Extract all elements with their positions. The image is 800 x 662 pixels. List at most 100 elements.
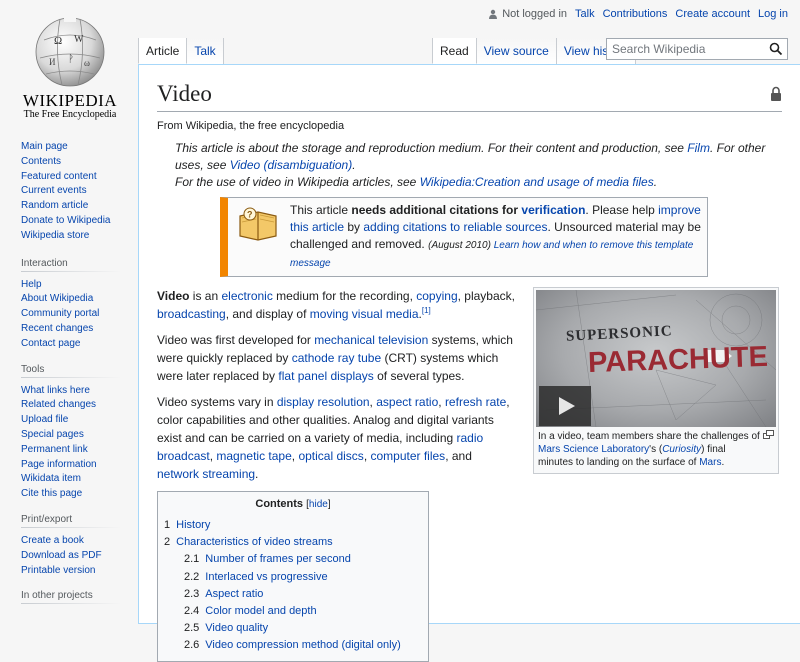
sidebar: Main page Contents Featured content Curr…	[0, 140, 138, 616]
tab-view-source[interactable]: View source	[476, 38, 557, 64]
sidebar-item-related-changes[interactable]: Related changes	[21, 399, 96, 410]
thumbnail-caption: In a video, team members share the chall…	[536, 427, 776, 471]
mars-link[interactable]: Mars	[699, 457, 721, 468]
sidebar-item-create-book[interactable]: Create a book	[21, 535, 84, 546]
sidebar-item-current-events[interactable]: Current events	[21, 185, 87, 196]
lock-icon[interactable]	[770, 86, 782, 101]
svg-text:ω: ω	[84, 58, 90, 68]
sidebar-item-recent-changes[interactable]: Recent changes	[21, 323, 93, 334]
refresh-rate-link[interactable]: refresh rate	[445, 395, 506, 409]
sidebar-item-help[interactable]: Help	[21, 279, 42, 290]
puzzle-globe-icon: Ω W И ᚹ ω	[35, 16, 105, 87]
paragraph-3: Video systems vary in display resolution…	[157, 395, 510, 481]
toc-item[interactable]: 2.6 Video compression method (digital onl…	[164, 637, 422, 654]
tab-article[interactable]: Article	[138, 38, 188, 64]
page-title: Video	[157, 80, 782, 112]
copying-link[interactable]: copying	[416, 289, 457, 303]
aspect-ratio-link[interactable]: aspect ratio	[376, 395, 438, 409]
namespace-tabs: Article Talk	[138, 38, 224, 64]
svg-text:Ω: Ω	[54, 35, 62, 47]
wikipedia-logo[interactable]: Ω W И ᚹ ω WIKIPEDIA The Free Encyclopedi…	[20, 10, 120, 121]
paragraph-2: Video was first developed for mechanical…	[157, 333, 513, 383]
svg-text:W: W	[74, 34, 84, 45]
cathode-ray-tube-link[interactable]: cathode ray tube	[292, 351, 381, 365]
tagline: The Free Encyclopedia	[23, 109, 117, 120]
disambiguation-link[interactable]: Video (disambiguation)	[230, 158, 353, 172]
notice-date: (August 2010)	[428, 240, 491, 251]
media-files-link[interactable]: Wikipedia:Creation and usage of media fi…	[420, 175, 654, 189]
sidebar-item-what-links-here[interactable]: What links here	[21, 385, 90, 396]
tools-heading: Tools	[21, 364, 138, 378]
sidebar-item-donate[interactable]: Donate to Wikipedia	[21, 215, 111, 226]
hatnote: This article is about the storage and re…	[157, 140, 782, 191]
curiosity-link[interactable]: Curiosity	[662, 444, 701, 455]
svg-text:?: ?	[247, 210, 253, 220]
toc-item[interactable]: 1 History	[164, 517, 422, 534]
flat-panel-displays-link[interactable]: flat panel displays	[278, 369, 373, 383]
article-body: SUPERSONIC PARACHUTE In a video, team me…	[157, 287, 782, 662]
sidebar-item-printable-version[interactable]: Printable version	[21, 565, 95, 576]
sidebar-item-contents[interactable]: Contents	[21, 156, 61, 167]
network-streaming-link[interactable]: network streaming	[157, 467, 255, 481]
mechanical-television-link[interactable]: mechanical television	[314, 333, 428, 347]
log-in-link[interactable]: Log in	[758, 8, 788, 20]
enlarge-icon[interactable]	[763, 430, 774, 439]
search-input[interactable]	[607, 39, 757, 59]
sidebar-item-contact-page[interactable]: Contact page	[21, 338, 81, 349]
verification-link[interactable]: verification	[521, 203, 585, 217]
article-content: Video From Wikipedia, the free encyclope…	[138, 64, 800, 662]
magnetic-tape-link[interactable]: magnetic tape	[216, 449, 291, 463]
film-link[interactable]: Film	[687, 141, 710, 155]
play-icon	[559, 397, 575, 415]
talk-link[interactable]: Talk	[575, 8, 595, 20]
print-export-portlet: Print/export Create a book Download as P…	[0, 514, 138, 578]
other-projects-portlet: In other projects	[0, 590, 138, 605]
site-subtitle: From Wikipedia, the free encyclopedia	[157, 120, 345, 132]
sidebar-item-community-portal[interactable]: Community portal	[21, 308, 99, 319]
broadcasting-link[interactable]: broadcasting	[157, 307, 226, 321]
sidebar-item-upload-file[interactable]: Upload file	[21, 414, 68, 425]
table-of-contents: Contents [hide] 1 History 2 Characteristic…	[157, 491, 429, 662]
reference-1[interactable]: [1]	[422, 306, 431, 315]
navigation-portlet: Main page Contents Featured content Curr…	[0, 140, 138, 244]
paragraph-1: Video is an electronic medium for the re…	[157, 289, 515, 321]
video-player[interactable]: SUPERSONIC PARACHUTE	[536, 290, 776, 427]
toc-hide-toggle[interactable]: hide	[309, 499, 328, 510]
sidebar-item-featured-content[interactable]: Featured content	[21, 171, 97, 182]
electronic-link[interactable]: electronic	[221, 289, 272, 303]
user-icon	[489, 9, 498, 19]
print-export-heading: Print/export	[21, 514, 138, 528]
display-resolution-link[interactable]: display resolution	[277, 395, 370, 409]
msl-link[interactable]: Mars Science Laboratory	[538, 444, 649, 455]
sidebar-item-permanent-link[interactable]: Permanent link	[21, 444, 88, 455]
sidebar-item-random-article[interactable]: Random article	[21, 200, 88, 211]
toc-item[interactable]: 2.4 Color model and depth	[164, 603, 422, 620]
sidebar-item-page-information[interactable]: Page information	[21, 459, 97, 470]
tab-talk[interactable]: Talk	[187, 38, 224, 64]
search-box	[606, 38, 788, 60]
create-account-link[interactable]: Create account	[675, 8, 750, 20]
computer-files-link[interactable]: computer files	[370, 449, 445, 463]
sidebar-item-wikidata-item[interactable]: Wikidata item	[21, 473, 81, 484]
search-icon[interactable]	[769, 42, 783, 56]
toc-item[interactable]: 2 Characteristics of video streams	[164, 534, 422, 551]
contributions-link[interactable]: Contributions	[603, 8, 668, 20]
tab-read[interactable]: Read	[432, 38, 477, 64]
sidebar-item-store[interactable]: Wikipedia store	[21, 230, 89, 241]
toc-item[interactable]: 2.2 Interlaced vs progressive	[164, 569, 422, 586]
hatnote-about: This article is about the storage and re…	[175, 141, 766, 172]
toc-item[interactable]: 2.1 Number of frames per second	[164, 551, 422, 568]
optical-discs-link[interactable]: optical discs	[298, 449, 363, 463]
sidebar-item-download-pdf[interactable]: Download as PDF	[21, 550, 102, 561]
play-button[interactable]	[539, 386, 591, 426]
sidebar-item-special-pages[interactable]: Special pages	[21, 429, 84, 440]
sidebar-item-cite-this-page[interactable]: Cite this page	[21, 488, 82, 499]
tools-portlet: Tools What links here Related changes Up…	[0, 364, 138, 502]
page-title-text: Video	[157, 81, 212, 106]
moving-visual-media-link[interactable]: moving visual media	[310, 307, 419, 321]
sidebar-item-main-page[interactable]: Main page	[21, 141, 68, 152]
toc-item[interactable]: 2.5 Video quality	[164, 620, 422, 637]
adding-citations-link[interactable]: adding citations to reliable sources	[363, 220, 547, 234]
toc-item[interactable]: 2.3 Aspect ratio	[164, 586, 422, 603]
sidebar-item-about[interactable]: About Wikipedia	[21, 293, 93, 304]
